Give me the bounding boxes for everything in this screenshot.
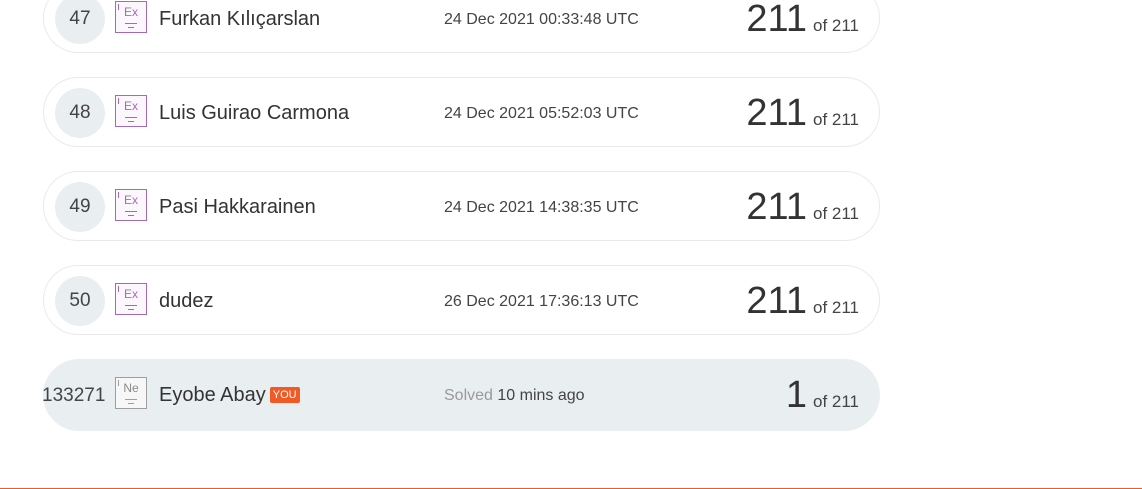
score-total: of 211 (812, 392, 859, 411)
element-badge-icon: Ex (115, 189, 147, 221)
player-name-text[interactable]: Eyobe Abay (159, 384, 266, 406)
score-total: of 211 (812, 110, 859, 129)
rank-circle: 50 (55, 276, 105, 326)
element-badge-icon: Ex (115, 283, 147, 315)
score: 211 of 211 (746, 92, 859, 135)
leaderboard-list: 47 Ex Furkan Kılıçarslan 24 Dec 2021 00:… (42, 0, 880, 455)
player-name[interactable]: Furkan Kılıçarslan (159, 8, 320, 31)
score-total: of 211 (812, 298, 859, 317)
leaderboard-row[interactable]: 49 Ex Pasi Hakkarainen 24 Dec 2021 14:38… (43, 171, 880, 241)
current-user-row[interactable]: 133271 Ne Eyobe Abay YOU Solved 10 mins a… (42, 359, 880, 431)
rank-number: 133271 (42, 385, 106, 406)
solve-date: 26 Dec 2021 17:36:13 UTC (444, 293, 639, 310)
score-total: of 211 (812, 16, 859, 35)
rank-circle: 47 (55, 0, 105, 44)
score-value: 211 (746, 186, 807, 228)
leaderboard-row[interactable]: 47 Ex Furkan Kılıçarslan 24 Dec 2021 00:… (43, 0, 880, 53)
score: 211 of 211 (746, 280, 859, 323)
solved-time: 10 mins ago (497, 387, 585, 404)
player-name[interactable]: dudez (159, 290, 214, 313)
element-badge-icon: Ex (115, 95, 147, 127)
score: 211 of 211 (746, 186, 859, 229)
player-name[interactable]: Eyobe Abay YOU (159, 384, 300, 407)
solve-status: Solved 10 mins ago (444, 387, 585, 405)
solve-date: 24 Dec 2021 14:38:35 UTC (444, 199, 639, 216)
you-badge: YOU (269, 387, 300, 403)
score-value: 211 (746, 92, 807, 134)
score-value: 211 (746, 0, 807, 40)
player-name[interactable]: Pasi Hakkarainen (159, 196, 316, 219)
leaderboard-row[interactable]: 50 Ex dudez 26 Dec 2021 17:36:13 UTC 211… (43, 265, 880, 335)
rank-circle: 48 (55, 88, 105, 138)
player-name[interactable]: Luis Guirao Carmona (159, 102, 349, 125)
element-badge-icon: Ex (115, 1, 147, 33)
score-value: 1 (785, 374, 807, 416)
score-total: of 211 (812, 204, 859, 223)
solve-date: 24 Dec 2021 00:33:48 UTC (444, 11, 639, 28)
score-value: 211 (746, 280, 807, 322)
solved-label: Solved (444, 387, 493, 404)
score: 211 of 211 (746, 0, 859, 41)
element-badge-icon: Ne (115, 377, 147, 409)
leaderboard-row[interactable]: 48 Ex Luis Guirao Carmona 24 Dec 2021 05… (43, 77, 880, 147)
score: 1 of 211 (786, 374, 859, 417)
rank-circle: 49 (55, 182, 105, 232)
solve-date: 24 Dec 2021 05:52:03 UTC (444, 105, 639, 122)
